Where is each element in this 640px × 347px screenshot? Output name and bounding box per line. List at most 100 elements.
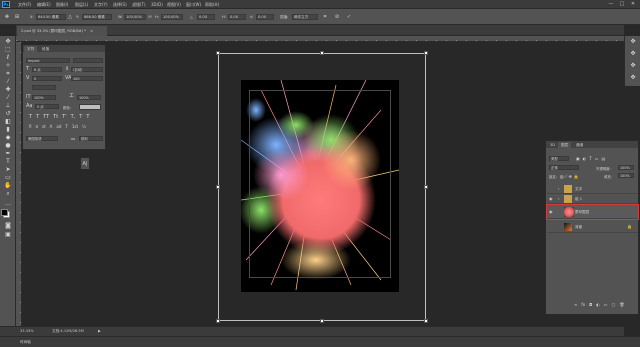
vertical-scale-input[interactable]: 100% [32, 95, 56, 100]
fractions-button[interactable]: ½ [82, 124, 86, 130]
ordinals-button[interactable]: 1st [72, 124, 78, 130]
eye-icon[interactable]: ◉ [549, 194, 555, 204]
rectangle-tool-icon[interactable]: ▭ [4, 174, 12, 181]
transform-handle-bottom-left[interactable] [216, 319, 220, 323]
swash-button[interactable]: A [50, 124, 53, 130]
cancel-transform-icon[interactable]: ⊘ [334, 14, 340, 20]
blur-tool-icon[interactable]: ◆ [4, 134, 12, 141]
lasso-tool-icon[interactable]: ℓ [4, 54, 12, 61]
tab-3d[interactable]: 3D [547, 142, 558, 148]
transform-handle-top-left[interactable] [216, 51, 220, 55]
layer-row-selected[interactable]: ◉ 蒙印图层 [546, 204, 639, 220]
menu-edit[interactable]: 编辑(E) [37, 2, 51, 8]
delete-layer-icon[interactable]: 🗑 [619, 302, 624, 310]
adjustments-panel-icon[interactable]: ✥ [629, 74, 637, 82]
menu-window[interactable]: 窗口(W) [186, 2, 201, 8]
brush-tool-icon[interactable]: ⁄ [4, 94, 12, 101]
tab-character[interactable]: 字符 [24, 46, 38, 52]
language-select[interactable]: 美国英语 [26, 136, 58, 141]
foreground-color-swatch[interactable] [1, 209, 8, 216]
opacity-input[interactable]: 100% [618, 165, 634, 170]
font-family-select[interactable]: Impact [26, 58, 70, 63]
horizontal-scale-input[interactable]: 100% [77, 95, 101, 100]
menu-type[interactable]: 文字(Y) [94, 2, 108, 8]
menu-layer[interactable]: 图层(L) [75, 2, 88, 8]
tab-paragraph[interactable]: 段落 [39, 46, 52, 52]
menu-file[interactable]: 文件(F) [18, 2, 31, 8]
layer-row-text-group[interactable]: › 文字 [547, 184, 638, 194]
tab-channels[interactable]: 通道 [573, 142, 586, 148]
properties-panel-icon[interactable]: ✥ [629, 62, 637, 70]
interpolation-select[interactable]: 两次立方 [292, 14, 318, 20]
layer-filter-select[interactable]: 类型 [549, 156, 569, 161]
expand-arrow-icon[interactable]: › [558, 184, 560, 194]
blend-mode-select[interactable]: 正常 [549, 165, 579, 170]
zoom-tool-icon[interactable]: ⌕ [4, 190, 12, 197]
text-color-swatch[interactable] [79, 104, 101, 110]
font-size-input[interactable]: 8 点 [32, 67, 62, 72]
character-panel-collapsed-icon[interactable]: A| [80, 157, 90, 170]
new-group-icon[interactable]: ▭ [604, 302, 608, 310]
move-tool-icon[interactable]: ✥ [4, 38, 12, 45]
transform-handle-bottom[interactable] [320, 319, 324, 323]
faux-bold-button[interactable]: T [29, 115, 32, 121]
status-menu-arrow-icon[interactable]: ▶ [98, 327, 101, 336]
antialias-select[interactable]: 锐利 [79, 136, 103, 141]
maximize-icon[interactable]: □ [619, 1, 625, 7]
height-input[interactable]: 100.00% [161, 14, 183, 20]
clone-stamp-tool-icon[interactable]: ⊥ [4, 102, 12, 109]
menu-help[interactable]: 帮助(H) [205, 2, 219, 8]
stylistic-alternates-button[interactable]: st [42, 124, 46, 130]
menu-view[interactable]: 视图(V) [167, 2, 181, 8]
commit-transform-icon[interactable]: ✓ [346, 14, 352, 20]
minimize-icon[interactable]: — [608, 1, 614, 7]
transform-handle-right[interactable] [424, 185, 428, 189]
add-mask-icon[interactable]: ◘ [589, 302, 592, 310]
x-input[interactable]: 644.50 像素 [36, 14, 66, 20]
menu-filter[interactable]: 滤镜(T) [132, 2, 146, 8]
dodge-tool-icon[interactable]: ● [4, 142, 12, 149]
history-panel-icon[interactable]: ✥ [629, 38, 637, 46]
titling-button[interactable]: ad [56, 124, 61, 130]
menu-3d[interactable]: 3D(D) [151, 2, 163, 7]
move-tool-icon[interactable]: ✥ [4, 14, 10, 20]
transform-bounding-box[interactable] [218, 53, 426, 321]
font-style-select[interactable] [73, 58, 103, 63]
link-layers-icon[interactable]: ∞ [574, 302, 577, 310]
history-brush-tool-icon[interactable]: ↺ [4, 110, 12, 117]
transform-handle-top-right[interactable] [424, 51, 428, 55]
y-input[interactable]: 866.00 像素 [82, 14, 112, 20]
baseline-shift-input[interactable]: 0 点 [35, 104, 59, 109]
old-style-button[interactable]: ơ [36, 124, 38, 130]
tsume-input[interactable] [32, 85, 56, 90]
warp-icon[interactable]: ⌗ [322, 14, 328, 20]
reference-point-icon[interactable]: ⊞ [14, 14, 20, 20]
transform-handle-left[interactable] [216, 185, 220, 189]
leading-input[interactable]: (自动) [71, 67, 103, 72]
eraser-tool-icon[interactable]: ◧ [4, 118, 12, 125]
small-caps-button[interactable]: Tt [53, 115, 58, 121]
marquee-tool-icon[interactable]: ⬚ [4, 46, 12, 53]
crop-tool-icon[interactable]: ⌗ [4, 70, 12, 77]
healing-brush-tool-icon[interactable]: ✚ [4, 86, 12, 93]
eye-icon[interactable]: ◉ [549, 205, 555, 219]
relative-position-icon[interactable]: △ [67, 14, 73, 20]
magic-wand-tool-icon[interactable]: ✧ [4, 62, 12, 69]
ligature-button[interactable]: fi [29, 124, 32, 130]
pen-tool-icon[interactable]: ✒ [4, 150, 12, 157]
quick-mask-icon[interactable]: ◙ [4, 222, 12, 229]
adjustment-layer-icon[interactable]: ◐ [596, 302, 600, 310]
superscript-button[interactable]: T' [62, 115, 66, 121]
actions-panel-icon[interactable]: ✥ [629, 50, 637, 58]
lock-icons[interactable]: ▨⁄✥🔒 [560, 174, 581, 179]
path-selection-tool-icon[interactable]: ➤ [4, 166, 12, 173]
hskew-input[interactable]: 0.00 [228, 14, 246, 20]
expand-arrow-icon[interactable]: › [558, 194, 560, 204]
underline-button[interactable]: T [79, 115, 82, 121]
new-layer-icon[interactable]: ▢ [612, 302, 616, 310]
document-close-icon[interactable]: × [90, 29, 93, 33]
hand-tool-icon[interactable]: ✋ [4, 182, 12, 189]
fill-input[interactable]: 100% [618, 173, 634, 178]
document-tab[interactable]: 2.psd @ 33.3% (蒙印图层, RGB/8#) * × [17, 26, 107, 36]
transform-handle-top[interactable] [320, 51, 324, 55]
